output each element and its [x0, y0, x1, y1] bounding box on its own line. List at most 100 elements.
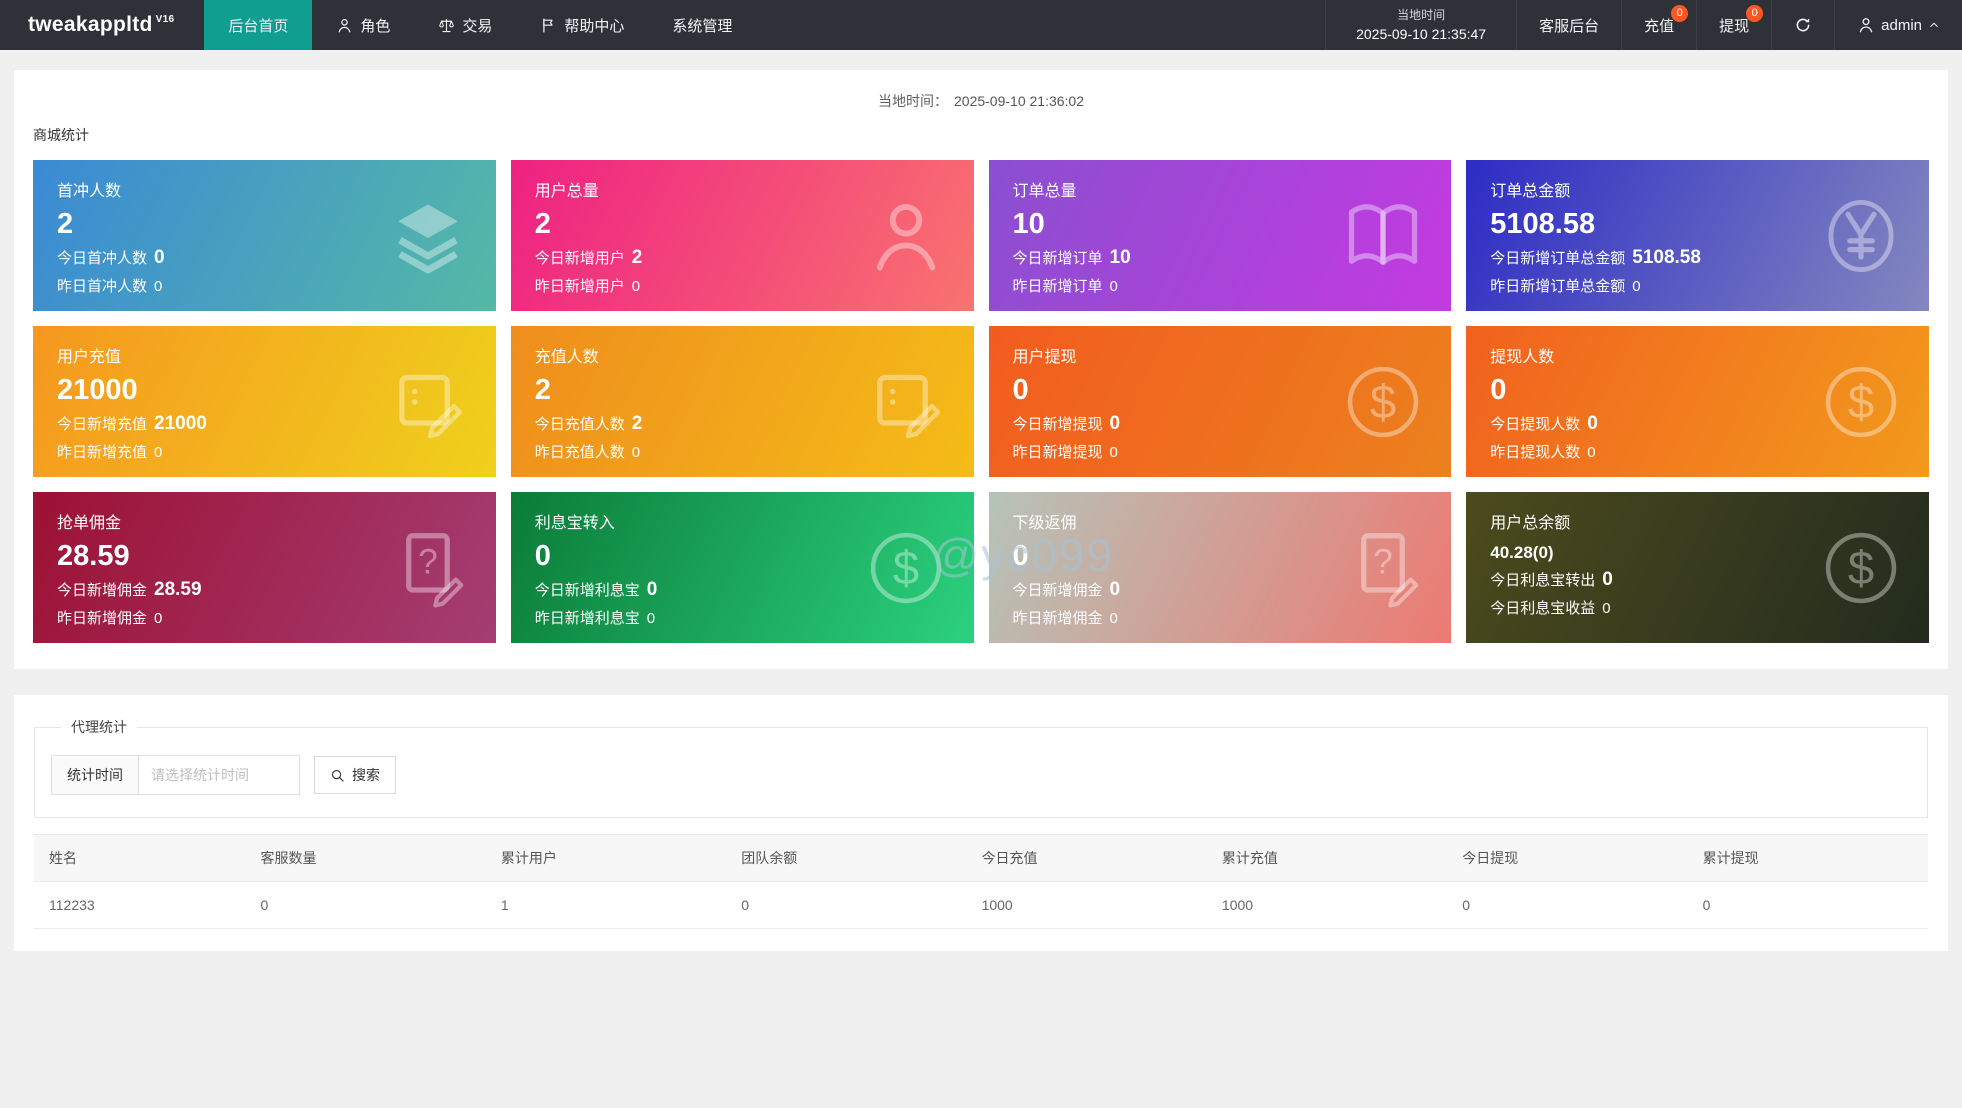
edit-note-icon	[864, 360, 948, 444]
nav-item-system[interactable]: 系统管理	[648, 0, 756, 50]
recharge-link[interactable]: 充值 0	[1621, 0, 1696, 50]
overview-panel: 当地时间： 2025-09-10 21:36:02 商城统计 首冲人数 2 今日首…	[14, 70, 1948, 669]
table-cell: 1000	[967, 882, 1207, 929]
person-icon	[1857, 16, 1875, 34]
user-menu[interactable]: admin	[1834, 0, 1962, 50]
app-logo-text: tweakappltd	[28, 13, 153, 37]
dollar-circle-icon	[1819, 526, 1903, 610]
stat-card-3: 订单总量 10 今日新增订单10 昨日新增订单0	[989, 160, 1452, 311]
support-backend-link[interactable]: 客服后台	[1516, 0, 1621, 50]
table-cell: 0	[1447, 882, 1687, 929]
table-cell: 0	[246, 882, 486, 929]
stat-card-5: 用户充值 21000 今日新增充值21000 昨日新增充值0	[33, 326, 496, 477]
stat-card-yesterday-line: 昨日新增订单总金额0	[1490, 275, 1905, 296]
table-header-cell: 累计提现	[1688, 835, 1928, 882]
nav-item-help[interactable]: 帮助中心	[516, 0, 648, 50]
local-time-value: 2025-09-10 21:35:47	[1356, 25, 1486, 45]
app-logo: tweakappltdV16	[0, 0, 204, 50]
dollar-circle-icon	[1341, 360, 1425, 444]
search-button-label: 搜索	[352, 765, 380, 785]
stat-card-yesterday-line: 昨日首冲人数0	[57, 275, 472, 296]
agent-stats-title: 代理统计	[61, 717, 137, 737]
withdraw-badge: 0	[1746, 5, 1763, 22]
person-icon	[336, 17, 353, 34]
agent-table: 姓名客服数量累计用户团队余额今日充值累计充值今日提现累计提现 112233010…	[34, 834, 1928, 929]
nav-item-trade[interactable]: 交易	[414, 0, 516, 50]
recharge-label: 充值	[1644, 15, 1674, 36]
shop-stats-title: 商城统计	[14, 117, 1948, 160]
question-edit-icon	[386, 526, 470, 610]
stat-cards-grid: 首冲人数 2 今日首冲人数0 昨日首冲人数0 用户总量 2 今日新增用户2 昨日…	[14, 160, 1948, 669]
yen-circle-icon	[1819, 194, 1903, 278]
agent-table-header-row: 姓名客服数量累计用户团队余额今日充值累计充值今日提现累计提现	[34, 835, 1928, 882]
nav-item-home[interactable]: 后台首页	[204, 0, 312, 50]
local-time-label: 当地时间	[1356, 6, 1486, 25]
nav-item-roles[interactable]: 角色	[312, 0, 414, 50]
table-header-cell: 客服数量	[246, 835, 486, 882]
agent-table-body: 1122330101000100000	[34, 882, 1928, 929]
table-header-cell: 姓名	[34, 835, 246, 882]
refresh-icon	[1794, 16, 1812, 34]
layers-icon	[386, 194, 470, 278]
question-edit-icon	[1341, 526, 1425, 610]
stat-card-9: 抢单佣金 28.59 今日新增佣金28.59 昨日新增佣金0	[33, 492, 496, 643]
stat-card-6: 充值人数 2 今日充值人数2 昨日充值人数0	[511, 326, 974, 477]
stat-card-7: 用户提现 0 今日新增提现0 昨日新增提现0	[989, 326, 1452, 477]
search-button[interactable]: 搜索	[314, 756, 396, 794]
stat-card-2: 用户总量 2 今日新增用户2 昨日新增用户0	[511, 160, 974, 311]
page-local-time: 当地时间： 2025-09-10 21:36:02	[14, 70, 1948, 117]
dollar-circle-icon	[864, 526, 948, 610]
stat-card-yesterday-line: 昨日新增利息宝0	[535, 607, 950, 628]
stat-card-yesterday-line: 昨日新增订单0	[1013, 275, 1428, 296]
recharge-badge: 0	[1671, 5, 1688, 22]
table-header-cell: 团队余额	[726, 835, 966, 882]
stat-card-yesterday-line: 昨日新增用户0	[535, 275, 950, 296]
table-header-cell: 累计用户	[486, 835, 726, 882]
table-cell: 0	[1688, 882, 1928, 929]
table-header-cell: 今日充值	[967, 835, 1207, 882]
stat-card-yesterday-line: 昨日提现人数0	[1490, 441, 1905, 462]
stat-card-11: 下级返佣 0 今日新增佣金0 昨日新增佣金0	[989, 492, 1452, 643]
person-icon	[864, 194, 948, 278]
top-navbar: tweakappltdV16 后台首页 角色 交易 帮助中心 系统管理 当地时间…	[0, 0, 1962, 50]
stat-time-label: 统计时间	[52, 756, 139, 794]
nav-items: 后台首页 角色 交易 帮助中心 系统管理	[204, 0, 756, 50]
chevron-up-icon	[1928, 19, 1940, 31]
table-cell: 1000	[1207, 882, 1447, 929]
stat-card-10: 利息宝转入 0 今日新增利息宝0 昨日新增利息宝0	[511, 492, 974, 643]
support-backend-label: 客服后台	[1539, 15, 1599, 36]
navbar-local-time: 当地时间 2025-09-10 21:35:47	[1325, 0, 1516, 50]
table-header-cell: 累计充值	[1207, 835, 1447, 882]
scales-icon	[438, 17, 455, 34]
agent-stats-fieldset: 代理统计 统计时间 搜索	[34, 717, 1928, 818]
username: admin	[1881, 17, 1922, 34]
withdraw-link[interactable]: 提现 0	[1696, 0, 1771, 50]
stat-card-yesterday-line: 昨日充值人数0	[535, 441, 950, 462]
stat-time-input-group: 统计时间	[51, 755, 300, 795]
stat-card-12: 用户总余额 40.28(0) 今日利息宝转出0 今日利息宝收益0	[1466, 492, 1929, 643]
agent-panel: 代理统计 统计时间 搜索 姓名客服数量累计用户团队余额今日充值累计充值今日提现累…	[14, 695, 1948, 951]
app-version: V16	[156, 14, 175, 25]
table-cell: 112233	[34, 882, 246, 929]
refresh-button[interactable]	[1771, 0, 1834, 50]
stat-card-8: 提现人数 0 今日提现人数0 昨日提现人数0	[1466, 326, 1929, 477]
navbar-right: 当地时间 2025-09-10 21:35:47 客服后台 充值 0 提现 0 …	[1325, 0, 1962, 50]
stat-card-yesterday-line: 昨日新增佣金0	[57, 607, 472, 628]
table-cell: 1	[486, 882, 726, 929]
page-local-time-label: 当地时间：	[878, 93, 948, 109]
agent-filter-row: 统计时间 搜索	[51, 755, 1911, 795]
table-cell: 0	[726, 882, 966, 929]
search-icon	[330, 768, 345, 783]
stat-card-yesterday-line: 昨日新增充值0	[57, 441, 472, 462]
withdraw-label: 提现	[1719, 15, 1749, 36]
table-row: 1122330101000100000	[34, 882, 1928, 929]
page-local-time-value: 2025-09-10 21:36:02	[954, 93, 1084, 109]
flag-icon	[540, 17, 557, 34]
edit-note-icon	[386, 360, 470, 444]
book-icon	[1341, 194, 1425, 278]
stat-time-input[interactable]	[139, 756, 299, 794]
stat-card-yesterday-line: 昨日新增提现0	[1013, 441, 1428, 462]
stat-card-4: 订单总金额 5108.58 今日新增订单总金额5108.58 昨日新增订单总金额…	[1466, 160, 1929, 311]
table-header-cell: 今日提现	[1447, 835, 1687, 882]
stat-card-1: 首冲人数 2 今日首冲人数0 昨日首冲人数0	[33, 160, 496, 311]
